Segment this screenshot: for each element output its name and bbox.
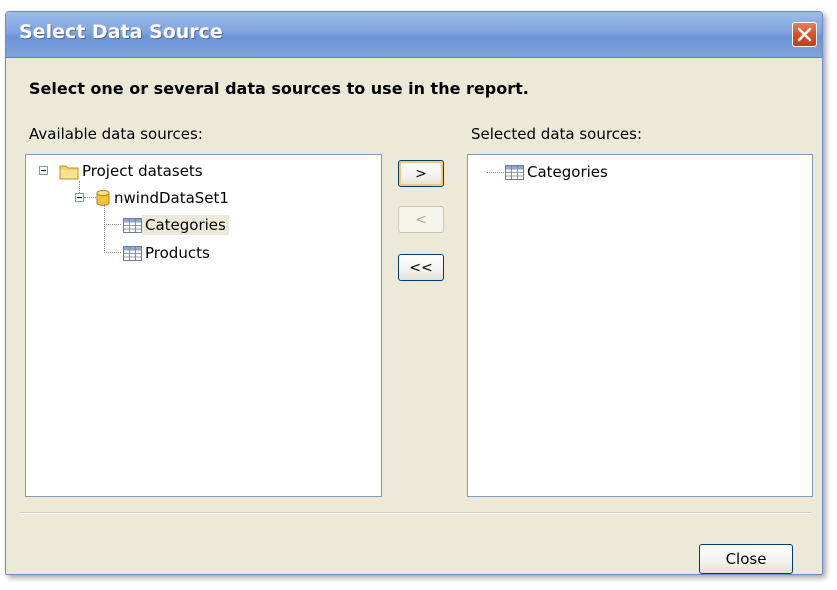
collapse-toggle-dataset[interactable] bbox=[75, 193, 84, 202]
list-item-label: Categories bbox=[527, 163, 608, 181]
database-icon bbox=[96, 189, 110, 206]
remove-button[interactable]: < bbox=[398, 206, 444, 233]
dialog-title: Select Data Source bbox=[19, 21, 223, 43]
available-sources-tree[interactable]: Project datasets nwindDataSet1 Categorie… bbox=[25, 154, 382, 497]
add-button[interactable]: > bbox=[398, 160, 444, 187]
tree-connector bbox=[79, 181, 80, 193]
tree-connector bbox=[104, 205, 105, 253]
tree-connector bbox=[104, 224, 121, 225]
available-label: Available data sources: bbox=[29, 125, 203, 143]
tree-connector bbox=[487, 172, 504, 173]
tree-node-label: nwindDataSet1 bbox=[114, 189, 229, 207]
instruction-heading: Select one or several data sources to us… bbox=[29, 79, 529, 98]
title-bar: Select Data Source bbox=[6, 12, 822, 58]
tree-node-label: Products bbox=[145, 244, 210, 262]
tree-connector bbox=[104, 252, 121, 253]
tree-node-dataset[interactable]: nwindDataSet1 bbox=[95, 187, 232, 209]
tree-node-products[interactable]: Products bbox=[123, 242, 213, 264]
close-button[interactable]: Close bbox=[699, 544, 793, 574]
table-icon bbox=[123, 245, 142, 261]
list-item[interactable]: Categories bbox=[505, 161, 611, 183]
tree-node-label: Project datasets bbox=[82, 162, 203, 180]
collapse-toggle-root[interactable] bbox=[39, 166, 48, 175]
table-icon bbox=[123, 217, 142, 233]
window-close-button[interactable] bbox=[792, 22, 817, 47]
tree-node-categories[interactable]: Categories bbox=[123, 214, 229, 236]
close-icon bbox=[797, 27, 812, 42]
remove-all-button[interactable]: << bbox=[398, 254, 444, 281]
tree-node-project-datasets[interactable]: Project datasets bbox=[59, 160, 206, 182]
folder-icon bbox=[59, 165, 79, 179]
select-data-source-dialog: Select Data Source Select one or several… bbox=[5, 11, 823, 575]
selected-label: Selected data sources: bbox=[471, 125, 643, 143]
selected-sources-list[interactable]: Categories bbox=[467, 154, 813, 497]
separator bbox=[19, 512, 811, 514]
tree-node-label: Categories bbox=[142, 215, 229, 235]
table-icon bbox=[505, 164, 524, 180]
